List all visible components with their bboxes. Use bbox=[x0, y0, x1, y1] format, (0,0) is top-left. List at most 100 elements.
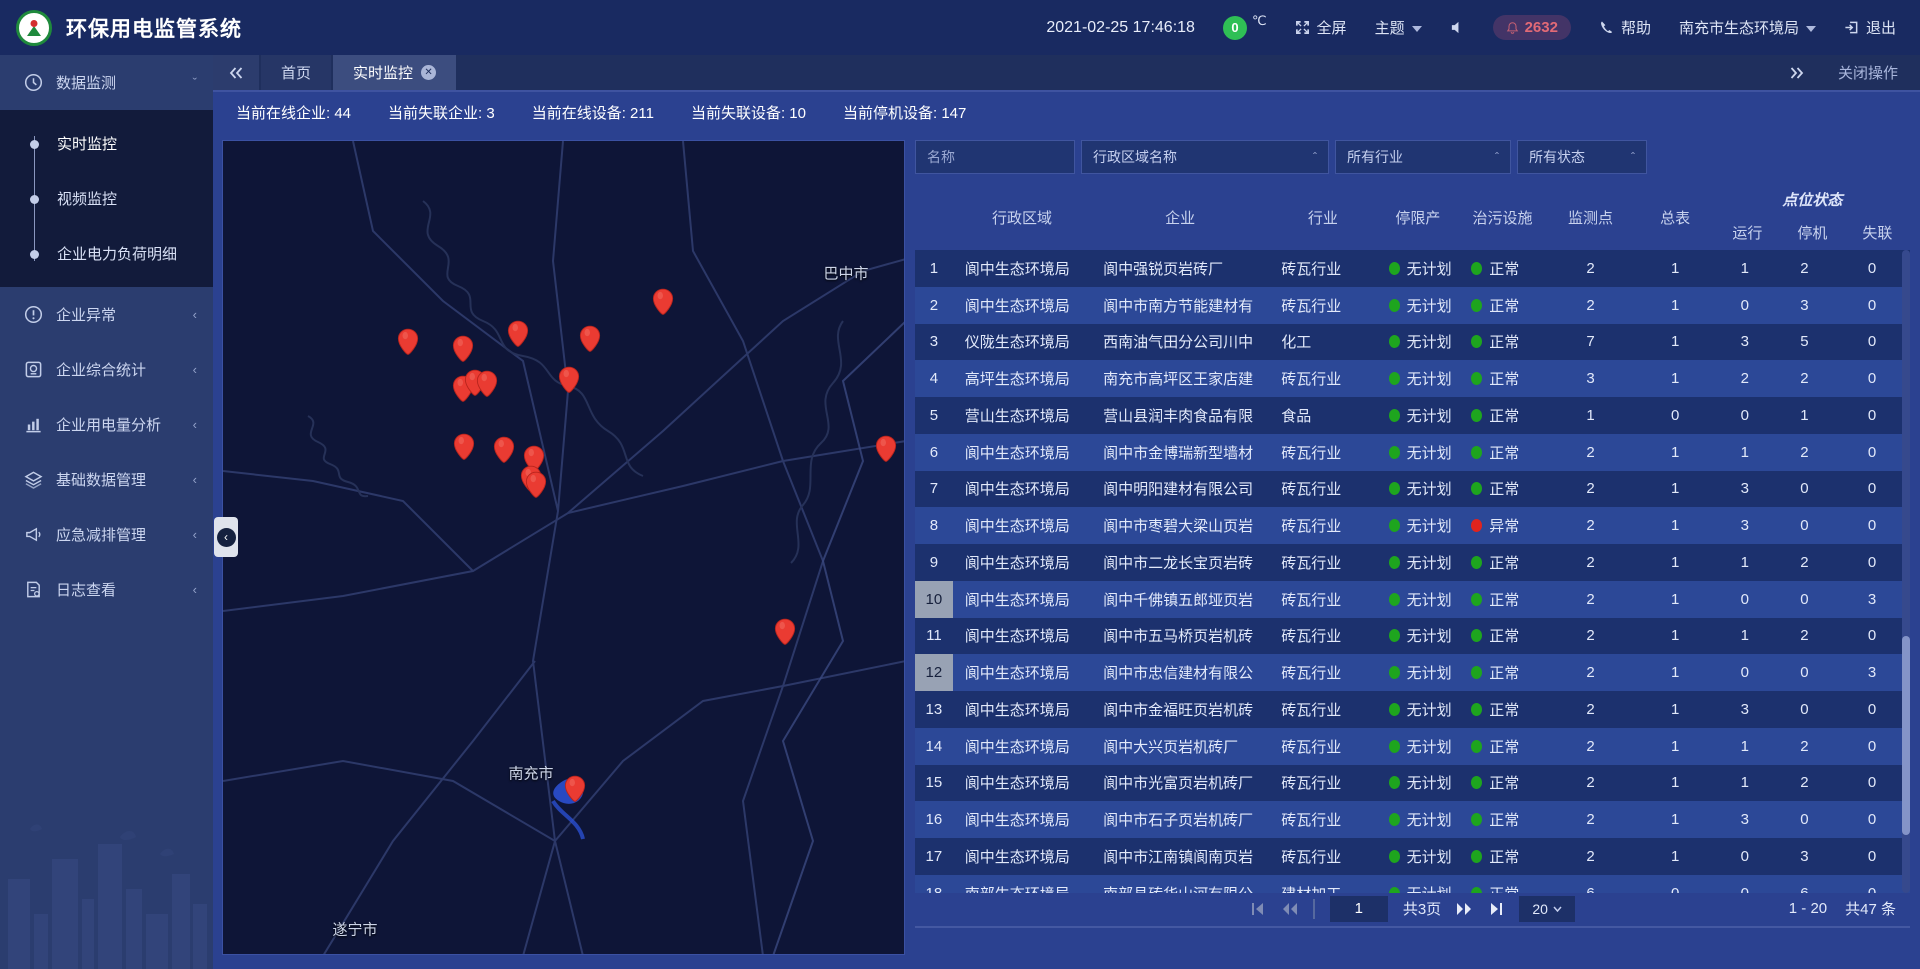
mute-button[interactable] bbox=[1450, 20, 1465, 35]
map-pin[interactable] bbox=[507, 320, 529, 348]
table-row[interactable]: 9阆中生态环境局阆中市二龙长宝页岩砖砖瓦行业无计划正常21120 bbox=[915, 544, 1910, 581]
table-row[interactable]: 2阆中生态环境局阆中市南方节能建材有砖瓦行业无计划正常21030 bbox=[915, 287, 1910, 324]
record-total-label: 共47 条 bbox=[1845, 898, 1896, 919]
cell-no: 18 bbox=[915, 875, 953, 893]
cell-industry: 砖瓦行业 bbox=[1269, 250, 1376, 287]
column-header[interactable]: 行政区域 bbox=[953, 184, 1091, 250]
help-button[interactable]: 帮助 bbox=[1599, 17, 1651, 38]
stat-item: 当前失联设备: 10 bbox=[691, 102, 806, 123]
status-dot-green bbox=[1471, 446, 1482, 459]
map-pin[interactable] bbox=[579, 325, 601, 353]
sidebar-item-enterprise-stats[interactable]: 企业综合统计‹ bbox=[0, 342, 213, 397]
column-subheader[interactable]: 失联 bbox=[1845, 214, 1910, 250]
sidebar-item-base-data[interactable]: 基础数据管理‹ bbox=[0, 452, 213, 507]
table-row[interactable]: 14阆中生态环境局阆中大兴页岩机砖厂砖瓦行业无计划正常21120 bbox=[915, 728, 1910, 765]
fullscreen-button[interactable]: 全屏 bbox=[1295, 17, 1347, 38]
column-subheader[interactable]: 停机 bbox=[1780, 214, 1845, 250]
sidebar-subitem[interactable]: 实时监控 bbox=[0, 116, 213, 171]
cell-points: 3 bbox=[1546, 360, 1636, 397]
table-row[interactable]: 18南部生态环境局南部县砖华山河有限公建材加工无计划正常60060 bbox=[915, 875, 1910, 893]
table-row[interactable]: 16阆中生态环境局阆中市石子页岩机砖厂砖瓦行业无计划正常21300 bbox=[915, 801, 1910, 838]
sidebar-item-emergency[interactable]: 应急减排管理‹ bbox=[0, 507, 213, 562]
table-row[interactable]: 3仪陇生态环境局西南油气田分公司川中化工无计划正常71350 bbox=[915, 324, 1910, 361]
cell-no: 16 bbox=[915, 801, 953, 838]
cell-meters: 1 bbox=[1635, 250, 1715, 287]
column-header[interactable]: 治污设施 bbox=[1459, 184, 1546, 250]
map-pin[interactable] bbox=[453, 433, 475, 461]
close-operations-button[interactable]: 关闭操作 bbox=[1838, 62, 1898, 83]
sidebar-item-power-analysis[interactable]: 企业用电量分析‹ bbox=[0, 397, 213, 452]
prev-page-button[interactable] bbox=[1281, 902, 1298, 916]
sidebar-item-enterprise-abnormal[interactable]: 企业异常‹ bbox=[0, 287, 213, 342]
page-number-input[interactable] bbox=[1330, 896, 1388, 922]
tab-首页[interactable]: 首页 bbox=[261, 55, 331, 90]
cell-no: 4 bbox=[915, 360, 953, 397]
column-header[interactable]: 停限产 bbox=[1377, 184, 1460, 250]
table-row[interactable]: 5营山生态环境局营山县润丰肉食品有限食品无计划正常10010 bbox=[915, 397, 1910, 434]
table-row[interactable]: 6阆中生态环境局阆中市金博瑞新型墙材砖瓦行业无计划正常21120 bbox=[915, 434, 1910, 471]
map-panel[interactable]: 巴中市南充市遂宁市 bbox=[222, 140, 905, 955]
map-pin[interactable] bbox=[493, 436, 515, 464]
sidebar-item-data-monitor[interactable]: 数据监测ˇ bbox=[0, 55, 213, 110]
cell-company: 阆中明阳建材有限公司 bbox=[1091, 471, 1269, 508]
column-header[interactable]: 企业 bbox=[1091, 184, 1269, 250]
map-pin[interactable] bbox=[452, 335, 474, 363]
column-header[interactable]: 总表 bbox=[1635, 184, 1715, 250]
cell-limit: 无计划 bbox=[1377, 434, 1460, 471]
org-dropdown[interactable]: 南充市生态环境局 bbox=[1679, 17, 1816, 38]
cell-meters: 1 bbox=[1635, 287, 1715, 324]
tabs-scroll-right-button[interactable] bbox=[1790, 67, 1804, 79]
sidebar-subitem[interactable]: 视频监控 bbox=[0, 171, 213, 226]
table-row[interactable]: 8阆中生态环境局阆中市枣碧大梁山页岩砖瓦行业无计划异常21300 bbox=[915, 507, 1910, 544]
column-subheader[interactable]: 运行 bbox=[1715, 214, 1780, 250]
cell-points: 6 bbox=[1546, 875, 1636, 893]
first-page-button[interactable] bbox=[1250, 902, 1266, 916]
cell-lost: 0 bbox=[1834, 765, 1910, 802]
next-page-button[interactable] bbox=[1456, 902, 1473, 916]
page-size-select[interactable]: 20 bbox=[1519, 896, 1575, 922]
table-row[interactable]: 12阆中生态环境局阆中市忠信建材有限公砖瓦行业无计划正常21003 bbox=[915, 654, 1910, 691]
cell-facility: 正常 bbox=[1459, 324, 1546, 361]
map-pin[interactable] bbox=[558, 366, 580, 394]
name-search-input[interactable] bbox=[915, 140, 1075, 174]
map-pin[interactable] bbox=[875, 435, 897, 463]
column-header[interactable]: 行业 bbox=[1269, 184, 1376, 250]
cell-facility: 正常 bbox=[1459, 618, 1546, 655]
map-pin[interactable] bbox=[564, 775, 586, 803]
table-row[interactable]: 10阆中生态环境局阆中千佛镇五郎垭页岩砖瓦行业无计划正常21003 bbox=[915, 581, 1910, 618]
table-row[interactable]: 1阆中生态环境局阆中强锐页岩砖厂砖瓦行业无计划正常21120 bbox=[915, 250, 1910, 287]
map-pin[interactable] bbox=[652, 288, 674, 316]
table-row[interactable]: 13阆中生态环境局阆中市金福旺页岩机砖砖瓦行业无计划正常21300 bbox=[915, 691, 1910, 728]
table-row[interactable]: 7阆中生态环境局阆中明阳建材有限公司砖瓦行业无计划正常21300 bbox=[915, 471, 1910, 508]
table-row[interactable]: 4高坪生态环境局南充市高坪区王家店建砖瓦行业无计划正常31220 bbox=[915, 360, 1910, 397]
cell-limit: 无计划 bbox=[1377, 765, 1460, 802]
map-pin[interactable] bbox=[774, 618, 796, 646]
map-collapse-handle[interactable]: ‹ bbox=[214, 517, 238, 557]
sidebar-subitem[interactable]: 企业电力负荷明细 bbox=[0, 226, 213, 281]
map-pin[interactable] bbox=[397, 328, 419, 356]
table-row[interactable]: 11阆中生态环境局阆中市五马桥页岩机砖砖瓦行业无计划正常21120 bbox=[915, 618, 1910, 655]
theme-dropdown[interactable]: 主题 bbox=[1375, 17, 1422, 38]
table-row[interactable]: 17阆中生态环境局阆中市江南镇阆南页岩砖瓦行业无计划正常21030 bbox=[915, 838, 1910, 875]
region-select[interactable]: 行政区域名称ˆ bbox=[1081, 140, 1329, 174]
industry-select[interactable]: 所有行业ˆ bbox=[1335, 140, 1511, 174]
table-row[interactable]: 15阆中生态环境局阆中市光富页岩机砖厂砖瓦行业无计划正常21120 bbox=[915, 765, 1910, 802]
logout-button[interactable]: 退出 bbox=[1844, 17, 1896, 38]
cell-industry: 砖瓦行业 bbox=[1269, 728, 1376, 765]
sidebar-submenu: 实时监控视频监控企业电力负荷明细 bbox=[0, 110, 213, 287]
column-header[interactable]: 监测点 bbox=[1546, 184, 1636, 250]
cell-company: 阆中市光富页岩机砖厂 bbox=[1091, 765, 1269, 802]
map-pin[interactable] bbox=[476, 370, 498, 398]
cell-industry: 砖瓦行业 bbox=[1269, 691, 1376, 728]
sidebar-item-logs[interactable]: 日志查看‹ bbox=[0, 562, 213, 617]
cell-run: 0 bbox=[1715, 654, 1775, 691]
cell-lost: 0 bbox=[1834, 728, 1910, 765]
tabs-scroll-left-button[interactable] bbox=[213, 55, 259, 90]
status-select[interactable]: 所有状态ˆ bbox=[1517, 140, 1647, 174]
scrollbar-thumb[interactable] bbox=[1902, 636, 1910, 835]
last-page-button[interactable] bbox=[1488, 902, 1504, 916]
notification-badge[interactable]: 2632 bbox=[1493, 15, 1571, 40]
tab-实时监控[interactable]: 实时监控✕ bbox=[333, 55, 456, 90]
tab-close-icon[interactable]: ✕ bbox=[421, 65, 436, 80]
map-pin[interactable] bbox=[525, 471, 547, 499]
